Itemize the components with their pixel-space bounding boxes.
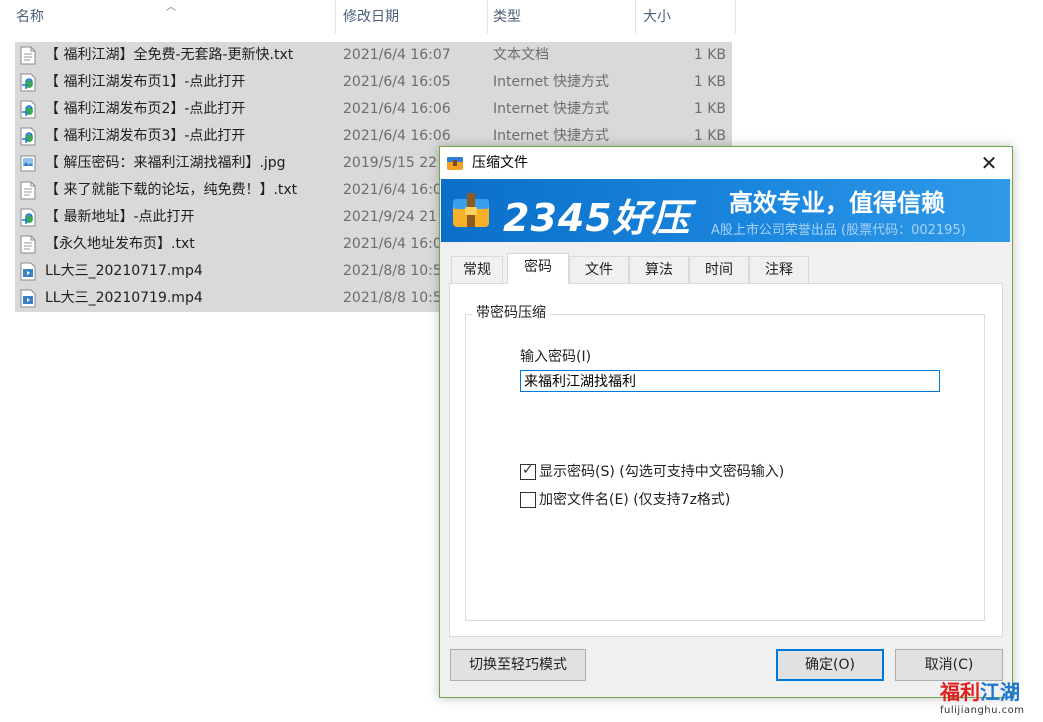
file-name[interactable]: 【 来了就能下载的论坛，纯免费！】.txt [45, 177, 297, 204]
password-label: 输入密码(I) [520, 349, 592, 365]
file-row[interactable]: 【 福利江湖发布页1】-点此打开 2021/6/4 16:05 Internet 快… [15, 69, 732, 96]
switch-light-mode-button[interactable]: 切换至轻巧模式 [450, 649, 586, 681]
text-file-icon [20, 46, 36, 65]
file-type: Internet 快捷方式 [493, 74, 610, 90]
file-date: 2021/6/4 16:0 [343, 182, 442, 198]
site-watermark: 福利江湖 fulijianghu.com [940, 676, 1040, 716]
tab-algorithm[interactable]: 算法 [629, 256, 689, 283]
column-divider[interactable] [735, 0, 736, 34]
file-name[interactable]: 【永久地址发布页】.txt [45, 231, 195, 258]
compress-dialog: 压缩文件 ✕ 2345好压 高效专业，值得信赖 A股上市公司荣誉出品 (股票代码… [439, 146, 1013, 698]
file-row[interactable]: 【 福利江湖发布页2】-点此打开 2021/6/4 16:06 Internet 快… [15, 96, 732, 123]
internet-shortcut-icon [20, 127, 36, 146]
column-size[interactable]: 大小 [637, 0, 735, 34]
file-date: 2021/6/4 16:06 [343, 101, 451, 117]
internet-shortcut-icon [20, 100, 36, 119]
file-name[interactable]: 【 福利江湖】全免费-无套路-更新快.txt [45, 42, 293, 69]
checkmark-icon: ✓ [522, 462, 534, 478]
explorer-column-header: ︿ 名称 修改日期 类型 大小 [0, 0, 736, 34]
dialog-title: 压缩文件 [472, 155, 528, 171]
column-type[interactable]: 类型 [487, 0, 635, 34]
file-date: 2021/9/24 21 [343, 209, 438, 225]
file-date: 2021/6/4 16:07 [343, 47, 451, 63]
file-name[interactable]: 【 福利江湖发布页2】-点此打开 [45, 96, 245, 123]
file-type: Internet 快捷方式 [493, 101, 610, 117]
dialog-tabs: 常规 密码 文件 算法 时间 注释 [451, 253, 1011, 284]
internet-shortcut-icon [20, 73, 36, 92]
tab-time[interactable]: 时间 [689, 256, 749, 283]
show-password-label[interactable]: 显示密码(S) (勾选可支持中文密码输入) [539, 461, 784, 481]
file-size: 1 KB [693, 74, 726, 90]
file-date: 2021/6/4 16:05 [343, 74, 451, 90]
file-name[interactable]: 【 解压密码：来福利江湖找福利】.jpg [45, 150, 286, 177]
banner-subtitle: A股上市公司荣誉出品 (股票代码：002195) [711, 223, 966, 238]
file-name[interactable]: 【 最新地址】-点此打开 [45, 204, 195, 231]
file-date: 2021/6/4 16:0 [343, 236, 442, 252]
file-row[interactable]: 【 福利江湖】全免费-无套路-更新快.txt 2021/6/4 16:07 文本文档… [15, 42, 732, 69]
close-icon[interactable]: ✕ [966, 147, 1012, 179]
file-size: 1 KB [693, 101, 726, 117]
file-date: 2019/5/15 22 [343, 155, 438, 171]
image-file-icon [20, 154, 36, 173]
group-title: 带密码压缩 [472, 302, 550, 322]
column-divider[interactable] [635, 0, 636, 34]
internet-shortcut-icon [20, 208, 36, 227]
column-name[interactable]: 名称 [10, 0, 335, 34]
tab-password[interactable]: 密码 [507, 253, 569, 284]
encrypt-filenames-label[interactable]: 加密文件名(E) (仅支持7z格式) [539, 489, 730, 509]
file-name[interactable]: LL大三_20210719.mp4 [45, 285, 203, 312]
file-size: 1 KB [693, 47, 726, 63]
file-date: 2021/8/8 10:5 [343, 290, 442, 306]
file-date: 2021/8/8 10:5 [343, 263, 442, 279]
password-input[interactable]: 来福利江湖找福利 [520, 370, 940, 392]
column-date[interactable]: 修改日期 [337, 0, 487, 34]
file-name[interactable]: LL大三_20210717.mp4 [45, 258, 203, 285]
ok-button[interactable]: 确定(O) [776, 649, 884, 681]
text-file-icon [20, 181, 36, 200]
password-tab-panel: 带密码压缩 输入密码(I) 来福利江湖找福利 ✓ 显示密码(S) (勾选可支持中… [449, 283, 1003, 637]
file-type: 文本文档 [493, 47, 549, 63]
video-file-icon [20, 262, 36, 281]
watermark-url: fulijianghu.com [940, 705, 1025, 716]
video-file-icon [20, 289, 36, 308]
encrypt-filenames-checkbox[interactable] [520, 492, 536, 508]
file-name[interactable]: 【 福利江湖发布页3】-点此打开 [45, 123, 245, 150]
tab-files[interactable]: 文件 [569, 256, 629, 283]
file-date: 2021/6/4 16:06 [343, 128, 451, 144]
tab-general[interactable]: 常规 [451, 256, 503, 283]
tab-comment[interactable]: 注释 [749, 256, 809, 283]
banner-slogan: 高效专业，值得信赖 [729, 189, 945, 217]
banner-brand: 2345好压 [503, 196, 691, 240]
dialog-titlebar[interactable]: 压缩文件 ✕ [440, 147, 1012, 179]
haozip-logo-icon [453, 193, 489, 227]
haozip-banner: 2345好压 高效专业，值得信赖 A股上市公司荣誉出品 (股票代码：002195… [441, 179, 1010, 242]
show-password-checkbox[interactable]: ✓ [520, 462, 536, 480]
column-divider[interactable] [335, 0, 336, 34]
file-name[interactable]: 【 福利江湖发布页1】-点此打开 [45, 69, 245, 96]
haozip-app-icon [447, 157, 463, 170]
watermark-logo: 福利江湖 [940, 680, 1020, 704]
text-file-icon [20, 235, 36, 254]
